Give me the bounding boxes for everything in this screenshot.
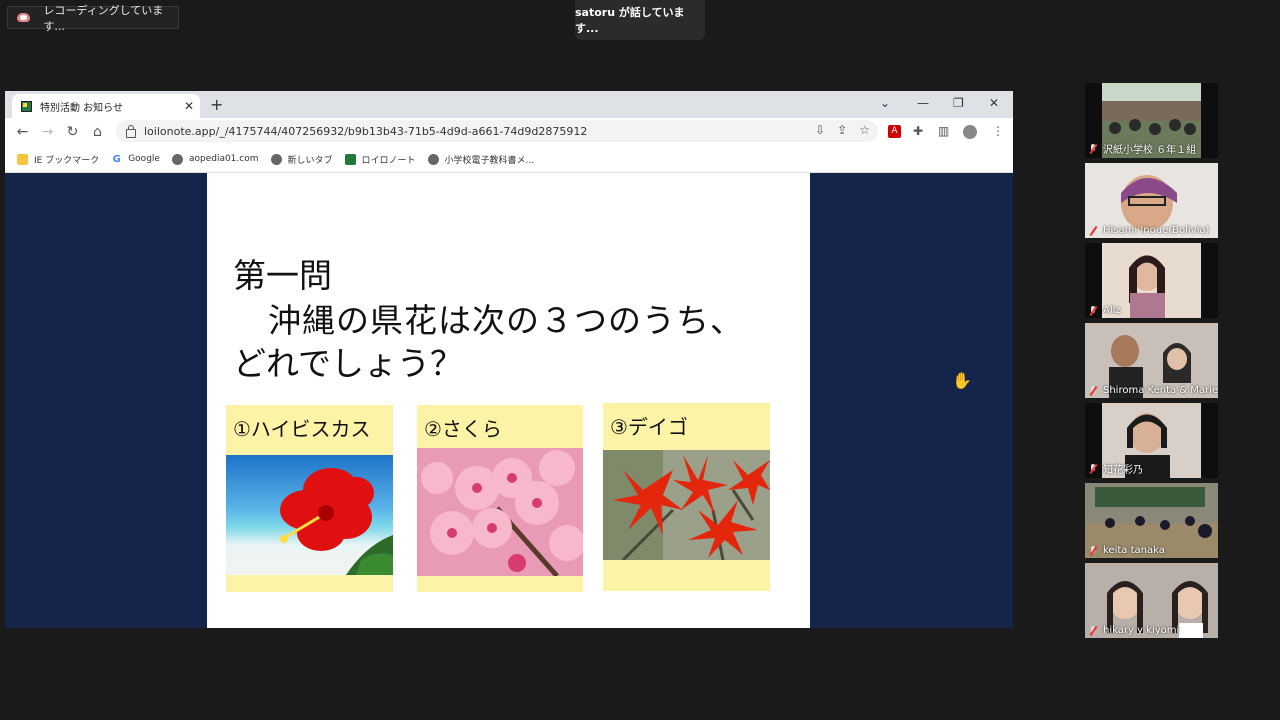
muted-mic-icon bbox=[1089, 625, 1097, 636]
recording-label: レコーディングしています... bbox=[43, 3, 164, 33]
muted-mic-icon bbox=[1089, 463, 1097, 474]
participant-name: Aliz bbox=[1103, 305, 1121, 316]
participant-name: Hisami Inoue(Bolivia) bbox=[1103, 225, 1210, 236]
bookmarks-bar: IE ブックマーク G Google aopedia01.com 新しいタブ ロ… bbox=[5, 146, 1013, 173]
participant-tile[interactable]: 知花彩乃 bbox=[1085, 403, 1218, 478]
shared-browser-window: 特別活動 お知らせ ✕ + ⌄ — ❐ ✕ ← → ↻ ⌂ loilonote.… bbox=[5, 91, 1013, 628]
back-icon[interactable]: ← bbox=[10, 124, 35, 140]
bookmark-textbook[interactable]: 小学校電子教科書メ... bbox=[427, 153, 535, 166]
participant-name: 沢紙小学校 ６年１組 bbox=[1103, 145, 1197, 156]
option-label: ①ハイビスカス bbox=[233, 417, 371, 441]
bookmark-star-icon[interactable]: ☆ bbox=[859, 123, 870, 137]
globe-icon bbox=[171, 153, 183, 165]
bookmark-new-tab[interactable]: 新しいタブ bbox=[270, 153, 333, 166]
deigo-photo bbox=[603, 450, 770, 560]
close-window-icon[interactable]: ✕ bbox=[989, 96, 999, 110]
bookmark-label: IE ブックマーク bbox=[34, 155, 100, 166]
folder-icon bbox=[17, 153, 28, 165]
quiz-slide: 第一問 沖縄の県花は次の３つのうち、 どれでしょう？ ①ハイビスカス ②さくら … bbox=[207, 173, 810, 628]
tab-search-chevron-icon[interactable]: ⌄ bbox=[880, 96, 890, 110]
participant-tile[interactable]: Hisami Inoue(Bolivia) bbox=[1085, 163, 1218, 238]
globe-icon bbox=[270, 153, 282, 165]
bookmark-label: aopedia01.com bbox=[188, 154, 259, 164]
question-text-continued: どれでしょう？ bbox=[233, 344, 464, 383]
option-card-deigo[interactable]: ③デイゴ bbox=[603, 403, 770, 591]
lock-icon bbox=[126, 124, 136, 138]
participant-name-row: 沢紙小学校 ６年１組 bbox=[1089, 141, 1196, 156]
option-card-hibiscus[interactable]: ①ハイビスカス bbox=[226, 405, 393, 592]
bookmark-aopedia[interactable]: aopedia01.com bbox=[171, 153, 259, 165]
option-card-sakura[interactable]: ②さくら bbox=[417, 405, 583, 592]
reload-icon[interactable]: ↻ bbox=[60, 124, 85, 140]
browser-toolbar: ← → ↻ ⌂ loilonote.app/_/4175744/40725693… bbox=[5, 118, 1013, 146]
option-label: ③デイゴ bbox=[610, 415, 688, 439]
extensions-puzzle-icon[interactable]: ✚ bbox=[913, 124, 923, 138]
participant-tile[interactable]: keita tanaka bbox=[1085, 483, 1218, 558]
participant-name: Shiroma Kenta & Marie bbox=[1103, 385, 1218, 396]
participant-tile[interactable]: 沢紙小学校 ６年１組 bbox=[1085, 83, 1218, 158]
recording-indicator[interactable]: レコーディングしています... bbox=[7, 4, 179, 33]
cloud-record-icon bbox=[17, 11, 31, 24]
google-icon: G bbox=[111, 153, 123, 165]
minimize-icon[interactable]: — bbox=[917, 96, 929, 110]
sakura-photo bbox=[417, 448, 583, 576]
muted-mic-icon bbox=[1089, 225, 1097, 236]
restore-icon[interactable]: ❐ bbox=[953, 96, 964, 110]
muted-mic-icon bbox=[1089, 545, 1097, 556]
hibiscus-photo bbox=[226, 455, 393, 575]
active-speaker-label: satoru が話しています... bbox=[575, 6, 685, 35]
participant-name: keita tanaka bbox=[1103, 545, 1165, 556]
bookmark-ie-folder[interactable]: IE ブックマーク bbox=[17, 153, 99, 166]
participant-tile[interactable]: Aliz bbox=[1085, 243, 1218, 318]
question-number: 第一問 bbox=[233, 256, 332, 295]
home-icon[interactable]: ⌂ bbox=[85, 124, 110, 140]
participant-name: 知花彩乃 bbox=[1103, 465, 1143, 476]
bookmark-label: 小学校電子教科書メ... bbox=[444, 155, 535, 166]
acrobat-extension-icon[interactable]: A bbox=[888, 125, 901, 138]
muted-mic-icon bbox=[1089, 305, 1097, 316]
participant-name-row: Shiroma Kenta & Marie bbox=[1089, 385, 1218, 396]
install-app-icon[interactable]: ⇩ bbox=[815, 123, 825, 137]
bookmark-label: Google bbox=[128, 154, 160, 164]
loilonote-favicon-icon bbox=[21, 100, 32, 112]
option-label: ②さくら bbox=[424, 417, 502, 441]
participant-tile[interactable]: hikary y kiyomi bbox=[1085, 563, 1218, 638]
participant-name-row: Hisami Inoue(Bolivia) bbox=[1089, 225, 1209, 236]
forward-icon[interactable]: → bbox=[35, 124, 60, 140]
page-content: 第一問 沖縄の県花は次の３つのうち、 どれでしょう？ ①ハイビスカス ②さくら … bbox=[5, 173, 1013, 628]
muted-mic-icon bbox=[1089, 385, 1097, 396]
participant-name-row: Aliz bbox=[1089, 305, 1121, 316]
participant-name-row: keita tanaka bbox=[1089, 545, 1165, 556]
url-text: loilonote.app/_/4175744/407256932/b9b13b… bbox=[144, 124, 588, 138]
participant-tile[interactable]: Shiroma Kenta & Marie bbox=[1085, 323, 1218, 398]
active-speaker-banner: satoru が話しています... bbox=[575, 0, 705, 40]
participant-name: hikary y kiyomi bbox=[1103, 625, 1180, 636]
participant-name-row: 知花彩乃 bbox=[1089, 461, 1143, 476]
bookmark-label: 新しいタブ bbox=[287, 155, 333, 166]
loilonote-icon bbox=[344, 153, 356, 165]
tab-close-icon[interactable]: ✕ bbox=[182, 99, 196, 113]
browser-menu-icon[interactable]: ⋮ bbox=[992, 124, 1004, 138]
tab-bar: 特別活動 お知らせ ✕ + ⌄ — ❐ ✕ bbox=[5, 91, 1013, 118]
side-panel-icon[interactable]: ▥ bbox=[938, 124, 949, 138]
profile-avatar-icon[interactable] bbox=[963, 125, 977, 139]
bookmark-loilonote[interactable]: ロイロノート bbox=[344, 153, 416, 166]
bookmark-google[interactable]: G Google bbox=[111, 153, 160, 165]
question-text: 沖縄の県花は次の３つのうち、 bbox=[268, 301, 744, 340]
bookmark-label: ロイロノート bbox=[361, 155, 416, 166]
muted-mic-icon bbox=[1089, 143, 1097, 154]
grab-cursor-icon: ✋ bbox=[952, 371, 972, 390]
globe-icon bbox=[427, 153, 439, 165]
participant-name-row: hikary y kiyomi bbox=[1089, 625, 1179, 636]
address-bar[interactable]: loilonote.app/_/4175744/407256932/b9b13b… bbox=[116, 120, 878, 142]
share-icon[interactable]: ⇪ bbox=[837, 123, 847, 137]
browser-tab[interactable]: 特別活動 お知らせ ✕ bbox=[12, 94, 200, 118]
new-tab-icon[interactable]: + bbox=[210, 95, 223, 114]
tab-title: 特別活動 お知らせ bbox=[40, 102, 123, 114]
